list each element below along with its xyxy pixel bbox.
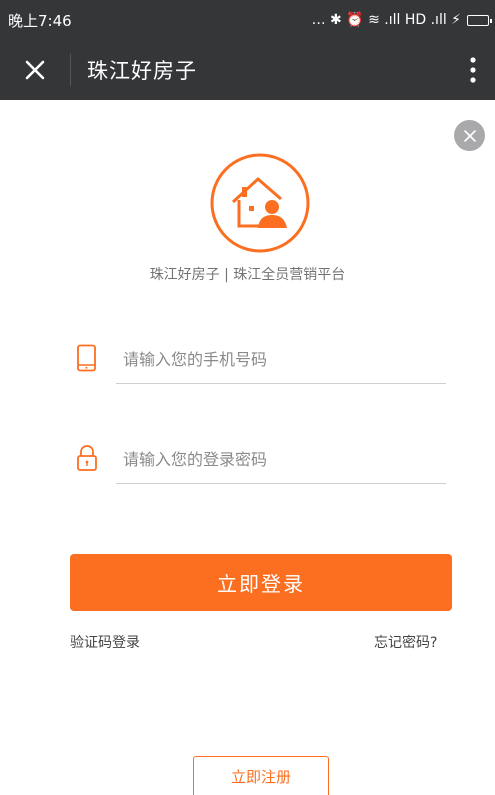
battery-icon	[467, 14, 492, 26]
password-field	[70, 436, 446, 484]
more-vertical-icon[interactable]	[451, 40, 495, 100]
close-circle-icon[interactable]	[454, 120, 485, 151]
phone-underline	[116, 383, 446, 384]
password-underline	[116, 483, 446, 484]
sms-login-link[interactable]: 验证码登录	[70, 632, 140, 652]
close-icon[interactable]	[0, 40, 70, 100]
status-time: 晚上7:46	[8, 11, 72, 30]
register-button[interactable]: 立即注册	[193, 756, 329, 795]
phone-input[interactable]	[116, 336, 446, 382]
forgot-password-link[interactable]: 忘记密码?	[374, 632, 437, 652]
status-bar: 晚上7:46 … ✱ ⏰ ≋ .ıll HD .ıll ⚡	[0, 0, 495, 40]
phone-field	[70, 336, 446, 384]
password-input[interactable]	[116, 436, 446, 482]
mobile-phone-icon	[76, 344, 98, 372]
page-title: 珠江好房子	[87, 59, 197, 83]
house-agent-logo-icon	[209, 152, 311, 254]
title-bar: 珠江好房子	[0, 40, 495, 100]
lock-icon	[76, 444, 98, 472]
status-icons: … ✱ ⏰ ≋ .ıll HD .ıll ⚡	[311, 12, 461, 28]
brand-tagline: 珠江好房子 | 珠江全员营销平台	[149, 267, 346, 283]
login-button[interactable]: 立即登录	[70, 554, 452, 611]
status-indicators: … ✱ ⏰ ≋ .ıll HD .ıll ⚡	[311, 12, 492, 28]
